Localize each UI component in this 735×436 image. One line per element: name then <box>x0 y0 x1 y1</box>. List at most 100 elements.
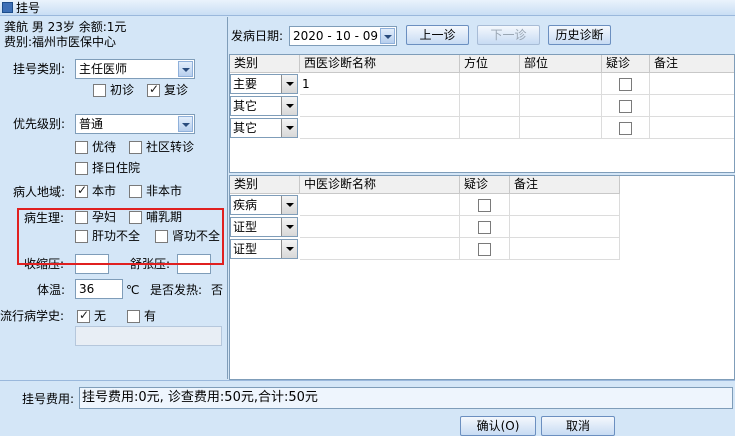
preferential-label: 优待 <box>92 140 117 154</box>
return-visit-label: 复诊 <box>164 83 189 97</box>
confirm-button[interactable]: 确认(O) <box>460 416 536 436</box>
prev-visit-button[interactable]: 上一诊 <box>406 25 469 45</box>
priority-value: 普通 <box>79 117 104 131</box>
western-suspected-checkbox[interactable] <box>619 100 632 113</box>
bottom-bar: 挂号费用: 挂号费用:0元, 诊查费用:50元,合计:50元 确认(O) 取消 <box>0 380 735 436</box>
western-remark-cell[interactable] <box>650 95 734 117</box>
western-category-value: 主要 <box>233 77 258 91</box>
nonlocal-checkbox[interactable] <box>129 185 142 198</box>
western-category-value: 其它 <box>233 99 258 113</box>
tcm-category-value: 疾病 <box>233 198 258 212</box>
preferential-checkbox[interactable] <box>75 141 88 154</box>
western-site-cell[interactable] <box>520 73 602 95</box>
reg-type-label: 挂号类别: <box>13 62 66 76</box>
next-visit-button[interactable]: 下一诊 <box>477 25 540 45</box>
western-category-select[interactable]: 其它 <box>230 118 298 138</box>
first-visit-checkbox[interactable] <box>93 84 106 97</box>
western-category-select[interactable]: 主要 <box>230 74 298 94</box>
physiology-highlight-box <box>17 208 224 265</box>
temperature-value: 36 <box>79 282 95 296</box>
history-diagnosis-button[interactable]: 历史诊断 <box>548 25 611 45</box>
tcm-name-cell[interactable] <box>300 216 460 238</box>
western-position-cell[interactable] <box>460 73 520 95</box>
epi-yes-checkbox[interactable] <box>127 310 140 323</box>
select-day-checkbox[interactable] <box>75 162 88 175</box>
western-name-cell[interactable] <box>300 95 460 117</box>
epidemiology-label: 流行病学史: <box>0 309 65 323</box>
chevron-down-icon[interactable] <box>281 75 297 93</box>
western-header-name: 西医诊断名称 <box>300 55 460 73</box>
epi-none-label: 无 <box>94 309 107 323</box>
western-site-cell[interactable] <box>520 95 602 117</box>
chevron-down-icon[interactable] <box>281 119 297 137</box>
return-visit-checkbox[interactable] <box>147 82 160 97</box>
tcm-header-remark: 备注 <box>510 176 620 194</box>
tcm-header-name: 中医诊断名称 <box>300 176 460 194</box>
first-visit-label: 初诊 <box>110 83 135 97</box>
western-name-cell[interactable] <box>300 117 460 139</box>
temperature-label: 体温: <box>37 283 66 297</box>
tcm-header-suspected: 疑诊 <box>460 176 510 194</box>
western-site-cell[interactable] <box>520 117 602 139</box>
western-position-cell[interactable] <box>460 117 520 139</box>
chevron-down-icon[interactable] <box>281 218 297 236</box>
tcm-remark-cell[interactable] <box>510 194 620 216</box>
western-category-select[interactable]: 其它 <box>230 96 298 116</box>
chevron-down-icon[interactable] <box>178 61 193 77</box>
western-diagnosis-name: 1 <box>302 77 310 91</box>
temperature-unit: ℃ <box>126 283 140 297</box>
tcm-suspected-checkbox[interactable] <box>478 221 491 234</box>
priority-select[interactable]: 普通 <box>75 114 195 134</box>
western-category-value: 其它 <box>233 121 258 135</box>
left-panel: 龚航 男 23岁 余额:1元 费别:福州市医保中心 挂号类别: 主任医师 初诊 … <box>0 17 228 379</box>
western-remark-cell[interactable] <box>650 117 734 139</box>
tcm-suspected-checkbox[interactable] <box>478 243 491 256</box>
select-day-label: 择日住院 <box>92 161 141 175</box>
community-referral-checkbox[interactable] <box>129 141 142 154</box>
tcm-name-cell[interactable] <box>300 238 460 260</box>
tcm-remark-cell[interactable] <box>510 216 620 238</box>
reg-type-value: 主任医师 <box>79 62 128 76</box>
onset-date-label: 发病日期: <box>231 29 284 43</box>
western-header-category: 类别 <box>230 55 300 73</box>
reg-type-select[interactable]: 主任医师 <box>75 59 195 79</box>
tcm-suspected-checkbox[interactable] <box>478 199 491 212</box>
western-suspected-checkbox[interactable] <box>619 78 632 91</box>
tcm-remark-cell[interactable] <box>510 238 620 260</box>
patient-info-line1: 龚航 男 23岁 余额:1元 <box>4 20 127 34</box>
western-header-suspected: 疑诊 <box>602 55 650 73</box>
tcm-category-select[interactable]: 证型 <box>230 239 298 259</box>
western-remark-cell[interactable] <box>650 73 734 95</box>
epi-none-checkbox[interactable] <box>77 308 90 323</box>
chevron-down-icon[interactable] <box>281 240 297 258</box>
onset-date-value: 2020 - 10 - 09 <box>293 29 378 43</box>
right-panel: 发病日期: 2020 - 10 - 09 上一诊 下一诊 历史诊断 类别 西医诊… <box>229 17 735 380</box>
fee-summary-value: 挂号费用:0元, 诊查费用:50元,合计:50元 <box>82 390 318 405</box>
fever-label: 是否发热: <box>150 283 203 297</box>
onset-date-picker[interactable]: 2020 - 10 - 09 <box>289 26 397 46</box>
tcm-name-cell[interactable] <box>300 194 460 216</box>
tcm-category-select[interactable]: 证型 <box>230 217 298 237</box>
tcm-diagnosis-grid: 类别 中医诊断名称 疑诊 备注 疾病 证型 证型 <box>229 175 735 380</box>
western-suspected-checkbox[interactable] <box>619 122 632 135</box>
priority-label: 优先级别: <box>13 117 66 131</box>
local-checkbox[interactable] <box>75 183 88 198</box>
epidemiology-detail-input[interactable] <box>75 326 222 346</box>
local-label: 本市 <box>92 184 117 198</box>
western-diagnosis-grid: 类别 西医诊断名称 方位 部位 疑诊 备注 1 主要 其它 其它 <box>229 54 735 173</box>
tcm-category-select[interactable]: 疾病 <box>230 195 298 215</box>
western-position-cell[interactable] <box>460 95 520 117</box>
cancel-button[interactable]: 取消 <box>541 416 615 436</box>
chevron-down-icon[interactable] <box>281 196 297 214</box>
fever-value: 否 <box>211 283 224 297</box>
western-header-site: 部位 <box>520 55 602 73</box>
chevron-down-icon[interactable] <box>380 28 395 44</box>
chevron-down-icon[interactable] <box>281 97 297 115</box>
chevron-down-icon[interactable] <box>178 116 193 132</box>
western-header-position: 方位 <box>460 55 520 73</box>
table-row[interactable]: 1 <box>300 73 460 95</box>
tcm-category-value: 证型 <box>233 220 258 234</box>
patient-fee-category: 费别:福州市医保中心 <box>4 35 117 49</box>
temperature-input[interactable]: 36 <box>75 279 123 299</box>
nonlocal-label: 非本市 <box>146 184 183 198</box>
